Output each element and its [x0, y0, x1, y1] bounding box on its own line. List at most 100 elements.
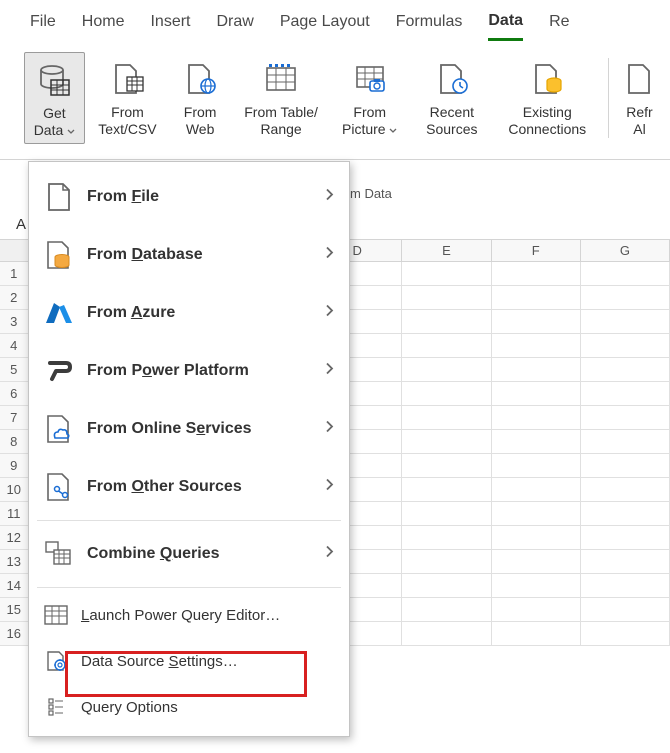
- cell[interactable]: [581, 406, 670, 429]
- select-all-cell[interactable]: [0, 240, 29, 261]
- cell[interactable]: [581, 502, 670, 525]
- cell[interactable]: [402, 334, 491, 357]
- refresh-all-button[interactable]: Refr Al: [619, 52, 660, 142]
- column-header-e[interactable]: E: [402, 240, 491, 261]
- cell[interactable]: [402, 430, 491, 453]
- from-text-csv-button[interactable]: From Text/CSV: [89, 52, 166, 142]
- cell[interactable]: [581, 550, 670, 573]
- column-header-f[interactable]: F: [492, 240, 581, 261]
- tab-data[interactable]: Data: [488, 12, 523, 41]
- row-header-9[interactable]: 9: [0, 454, 29, 477]
- row-header-7[interactable]: 7: [0, 406, 29, 429]
- cell[interactable]: [402, 574, 491, 597]
- cell[interactable]: [581, 526, 670, 549]
- tab-page-layout[interactable]: Page Layout: [280, 13, 370, 39]
- cell[interactable]: [402, 478, 491, 501]
- chevron-right-icon: [325, 420, 335, 439]
- row-header-6[interactable]: 6: [0, 382, 29, 405]
- row-header-5[interactable]: 5: [0, 358, 29, 381]
- tab-formulas[interactable]: Formulas: [396, 13, 463, 39]
- cell[interactable]: [492, 574, 581, 597]
- menu-from-other-sources[interactable]: From Other Sources: [29, 458, 349, 516]
- cell[interactable]: [492, 550, 581, 573]
- row-header-15[interactable]: 15: [0, 598, 29, 621]
- cell[interactable]: [492, 358, 581, 381]
- menu-query-options[interactable]: Query Options: [29, 684, 349, 730]
- menu-combine-queries[interactable]: Combine Queries: [29, 525, 349, 583]
- cell[interactable]: [402, 358, 491, 381]
- menu-from-power-platform[interactable]: From Power Platform: [29, 342, 349, 400]
- cell[interactable]: [492, 406, 581, 429]
- from-picture-button[interactable]: From Picture: [332, 52, 407, 142]
- cell[interactable]: [492, 382, 581, 405]
- cell[interactable]: [581, 478, 670, 501]
- cell[interactable]: [492, 430, 581, 453]
- cell[interactable]: [581, 430, 670, 453]
- row-header-3[interactable]: 3: [0, 310, 29, 333]
- cell[interactable]: [581, 622, 670, 645]
- row-header-12[interactable]: 12: [0, 526, 29, 549]
- from-table-range-button[interactable]: From Table/ Range: [234, 52, 328, 142]
- cell[interactable]: [581, 262, 670, 285]
- cell[interactable]: [402, 550, 491, 573]
- column-header-g[interactable]: G: [581, 240, 670, 261]
- cell[interactable]: [402, 382, 491, 405]
- cell[interactable]: [492, 262, 581, 285]
- name-box[interactable]: A: [0, 216, 30, 233]
- cell[interactable]: [581, 382, 670, 405]
- cell[interactable]: [402, 502, 491, 525]
- row-header-16[interactable]: 16: [0, 622, 29, 645]
- cell[interactable]: [492, 334, 581, 357]
- cell[interactable]: [402, 286, 491, 309]
- cell[interactable]: [402, 598, 491, 621]
- row-header-4[interactable]: 4: [0, 334, 29, 357]
- tab-insert[interactable]: Insert: [150, 13, 190, 39]
- recent-sources-icon: [432, 56, 472, 102]
- row-header-8[interactable]: 8: [0, 430, 29, 453]
- cell[interactable]: [492, 310, 581, 333]
- cell[interactable]: [581, 454, 670, 477]
- row-header-10[interactable]: 10: [0, 478, 29, 501]
- ribbon: Get Data From Text/CSV From Web: [0, 44, 670, 160]
- tab-file[interactable]: File: [30, 13, 56, 39]
- cell[interactable]: [581, 286, 670, 309]
- menu-data-source-settings[interactable]: Data Source Settings…: [29, 638, 349, 684]
- menu-launch-pqe[interactable]: Launch Power Query Editor…: [29, 592, 349, 638]
- from-web-button[interactable]: From Web: [170, 52, 230, 142]
- tab-home[interactable]: Home: [82, 13, 125, 39]
- menu-from-file[interactable]: From File: [29, 168, 349, 226]
- cell[interactable]: [492, 526, 581, 549]
- cell[interactable]: [402, 310, 491, 333]
- cell[interactable]: [402, 262, 491, 285]
- menu-from-online-services[interactable]: From Online Services: [29, 400, 349, 458]
- cell[interactable]: [492, 598, 581, 621]
- get-data-button[interactable]: Get Data: [24, 52, 85, 144]
- cell[interactable]: [402, 454, 491, 477]
- cell[interactable]: [402, 406, 491, 429]
- cell[interactable]: [402, 526, 491, 549]
- cell[interactable]: [581, 334, 670, 357]
- tab-draw[interactable]: Draw: [216, 13, 253, 39]
- existing-connections-button[interactable]: Existing Connections: [496, 52, 598, 142]
- menu-from-azure[interactable]: From Azure: [29, 284, 349, 342]
- existing-connections-icon: [527, 56, 567, 102]
- row-header-2[interactable]: 2: [0, 286, 29, 309]
- cell[interactable]: [492, 478, 581, 501]
- cell[interactable]: [492, 454, 581, 477]
- row-header-14[interactable]: 14: [0, 574, 29, 597]
- recent-sources-button[interactable]: Recent Sources: [411, 52, 492, 142]
- cell[interactable]: [581, 598, 670, 621]
- cell[interactable]: [492, 622, 581, 645]
- cell[interactable]: [581, 574, 670, 597]
- online-services-icon: [41, 414, 77, 444]
- row-header-13[interactable]: 13: [0, 550, 29, 573]
- tab-review[interactable]: Re: [549, 13, 569, 39]
- cell[interactable]: [581, 358, 670, 381]
- cell[interactable]: [581, 310, 670, 333]
- cell[interactable]: [492, 286, 581, 309]
- row-header-11[interactable]: 11: [0, 502, 29, 525]
- cell[interactable]: [402, 622, 491, 645]
- row-header-1[interactable]: 1: [0, 262, 29, 285]
- menu-from-database[interactable]: From Database: [29, 226, 349, 284]
- cell[interactable]: [492, 502, 581, 525]
